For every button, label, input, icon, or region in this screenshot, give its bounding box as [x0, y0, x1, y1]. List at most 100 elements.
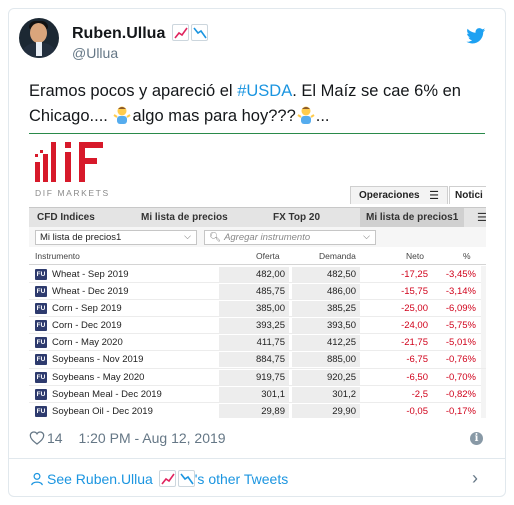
- dif-markets-logo: [35, 142, 103, 182]
- ask-price[interactable]: 412,25: [292, 335, 360, 351]
- tab-operaciones[interactable]: Operaciones ☰: [350, 186, 448, 204]
- ask-price[interactable]: 385,25: [292, 301, 360, 317]
- tab-fx-top-20[interactable]: FX Top 20: [273, 212, 320, 223]
- table-header: Instrumento Oferta Demanda Neto %: [29, 248, 486, 265]
- media-top-border: [29, 133, 485, 134]
- net-change: -17,25: [401, 269, 428, 280]
- ask-price[interactable]: 29,90: [292, 403, 360, 418]
- col-net[interactable]: Neto: [406, 251, 424, 261]
- chart-down-emoji: [177, 470, 195, 487]
- tab-mi-lista-de-precios[interactable]: Mi lista de precios: [141, 212, 228, 223]
- futures-badge: FU: [35, 303, 47, 315]
- row-scroll-edge: [481, 351, 486, 369]
- bid-price[interactable]: 482,00: [219, 267, 289, 282]
- row-scroll-edge: [481, 300, 486, 318]
- tweet-text-part: algo mas para hoy???: [132, 107, 296, 125]
- display-name[interactable]: Ruben.Ullua: [72, 24, 208, 43]
- instrument-name: Corn - May 2020: [52, 337, 123, 349]
- avatar[interactable]: [19, 18, 59, 58]
- hashtag-link[interactable]: #USDA: [237, 82, 292, 100]
- instrument-name: Soybeans - Nov 2019: [52, 354, 144, 366]
- ask-price[interactable]: 885,00: [292, 352, 360, 368]
- instrument-name: Corn - Dec 2019: [52, 320, 122, 332]
- table-row[interactable]: FU Soybeans - Nov 2019 884,75 885,00 -6,75 -0…: [29, 351, 486, 369]
- instrument-name: Wheat - Sep 2019: [52, 269, 129, 280]
- ask-price[interactable]: 920,25: [292, 369, 360, 385]
- futures-badge: FU: [35, 371, 47, 383]
- col-ask[interactable]: Demanda: [319, 251, 356, 261]
- bid-price[interactable]: 301,1: [219, 386, 289, 402]
- footer-see-text: See Ruben.Ullua: [47, 471, 153, 487]
- futures-badge: FU: [35, 269, 47, 280]
- user-handle[interactable]: @Ullua: [72, 45, 118, 61]
- see-other-tweets-link[interactable]: See Ruben.Ullua 's other Tweets: [30, 470, 288, 487]
- bid-price[interactable]: 29,89: [219, 403, 289, 418]
- ask-price[interactable]: 482,50: [292, 267, 360, 282]
- bid-price[interactable]: 884,75: [219, 352, 289, 368]
- futures-badge: FU: [35, 337, 47, 349]
- ask-price[interactable]: 486,00: [292, 284, 360, 300]
- footer-divider: [9, 458, 505, 459]
- tweet-text-part: Eramos pocos y apareció el: [29, 82, 238, 100]
- person-shrugging-emoji: [112, 105, 132, 124]
- percent-change: -0,70%: [445, 371, 476, 383]
- table-row[interactable]: FU Corn - May 2020 411,75 412,25 -21,75 -5,01…: [29, 334, 486, 352]
- bid-price[interactable]: 385,00: [219, 301, 289, 317]
- row-scroll-edge: [481, 283, 486, 301]
- col-instrument[interactable]: Instrumento: [35, 251, 80, 261]
- search-icon: 🔍︎: [209, 232, 222, 243]
- percent-change: -3,14%: [445, 286, 476, 298]
- net-change: -24,00: [401, 320, 428, 332]
- hamburger-menu-icon[interactable]: ☰: [429, 189, 439, 202]
- display-name-text[interactable]: Ruben.Ullua: [72, 25, 165, 42]
- ask-price[interactable]: 393,50: [292, 318, 360, 334]
- search-placeholder: Agregar instrumento: [224, 232, 311, 243]
- instrument-name: Wheat - Dec 2019: [52, 286, 129, 298]
- chart-down-emoji: [190, 24, 208, 41]
- percent-change: -0,76%: [445, 354, 476, 366]
- price-list-select[interactable]: Mi lista de precios1 ⌵: [35, 230, 197, 245]
- bid-price[interactable]: 411,75: [219, 335, 289, 351]
- table-row[interactable]: FU Corn - Sep 2019 385,00 385,25 -25,00 -6,09…: [29, 300, 486, 318]
- chevron-down-icon: ⌵: [184, 231, 191, 241]
- row-scroll-edge: [481, 334, 486, 352]
- futures-badge: FU: [35, 286, 47, 298]
- hamburger-menu-icon[interactable]: ☰: [477, 211, 486, 224]
- row-scroll-edge: [481, 368, 486, 386]
- percent-change: -0,17%: [445, 405, 476, 417]
- list-controls: Mi lista de precios1 ⌵ 🔍︎ Agregar instrum…: [29, 227, 486, 247]
- col-pct[interactable]: %: [463, 251, 471, 261]
- instrument-name: Soybean Meal - Dec 2019: [52, 388, 162, 400]
- info-icon[interactable]: i: [470, 432, 483, 445]
- tweet-text-part: ...: [315, 107, 330, 125]
- table-row[interactable]: FU Soybean Oil - Dec 2019 29,89 29,90 -0,05 -…: [29, 402, 486, 418]
- futures-badge: FU: [35, 388, 47, 400]
- bid-price[interactable]: 485,75: [219, 284, 289, 300]
- tab-mi-lista-de-precios1[interactable]: Mi lista de precios1: [360, 208, 465, 228]
- bid-price[interactable]: 919,75: [219, 369, 289, 385]
- add-instrument-input[interactable]: 🔍︎ Agregar instrumento ⌵: [204, 230, 376, 245]
- tab-cfd-indices[interactable]: CFD Indices: [37, 212, 95, 223]
- like-count[interactable]: 14: [47, 430, 63, 446]
- col-bid[interactable]: Oferta: [256, 251, 280, 261]
- table-row[interactable]: FU Wheat - Sep 2019 482,00 482,50 -17,25 -3,4…: [29, 266, 486, 284]
- chevron-right-icon[interactable]: ›: [472, 468, 478, 489]
- table-row[interactable]: FU Wheat - Dec 2019 485,75 486,00 -15,75 -3,1…: [29, 283, 486, 301]
- table-row[interactable]: FU Soybeans - May 2020 919,75 920,25 -6,50 -0…: [29, 368, 486, 386]
- heart-icon[interactable]: [29, 431, 45, 445]
- table-row[interactable]: FU Corn - Dec 2019 393,25 393,50 -24,00 -5,75…: [29, 317, 486, 335]
- net-change: -25,00: [401, 303, 428, 315]
- net-change: -15,75: [401, 286, 428, 298]
- tab-noticias[interactable]: Notici: [449, 186, 486, 204]
- instrument-name: Corn - Sep 2019: [52, 303, 122, 315]
- net-change: -6,75: [406, 354, 428, 366]
- table-row[interactable]: FU Soybean Meal - Dec 2019 301,1 301,2 -2,5 -…: [29, 385, 486, 403]
- percent-change: -5,75%: [445, 320, 476, 332]
- row-scroll-edge: [481, 385, 486, 403]
- trading-platform-image[interactable]: DIF MARKETS Operaciones ☰ Notici CFD Ind…: [29, 136, 486, 418]
- ask-price[interactable]: 301,2: [292, 386, 360, 402]
- tab-label: Operaciones: [359, 190, 420, 201]
- twitter-bird-icon[interactable]: [466, 28, 486, 44]
- bid-price[interactable]: 393,25: [219, 318, 289, 334]
- timestamp[interactable]: 1:20 PM - Aug 12, 2019: [78, 430, 225, 446]
